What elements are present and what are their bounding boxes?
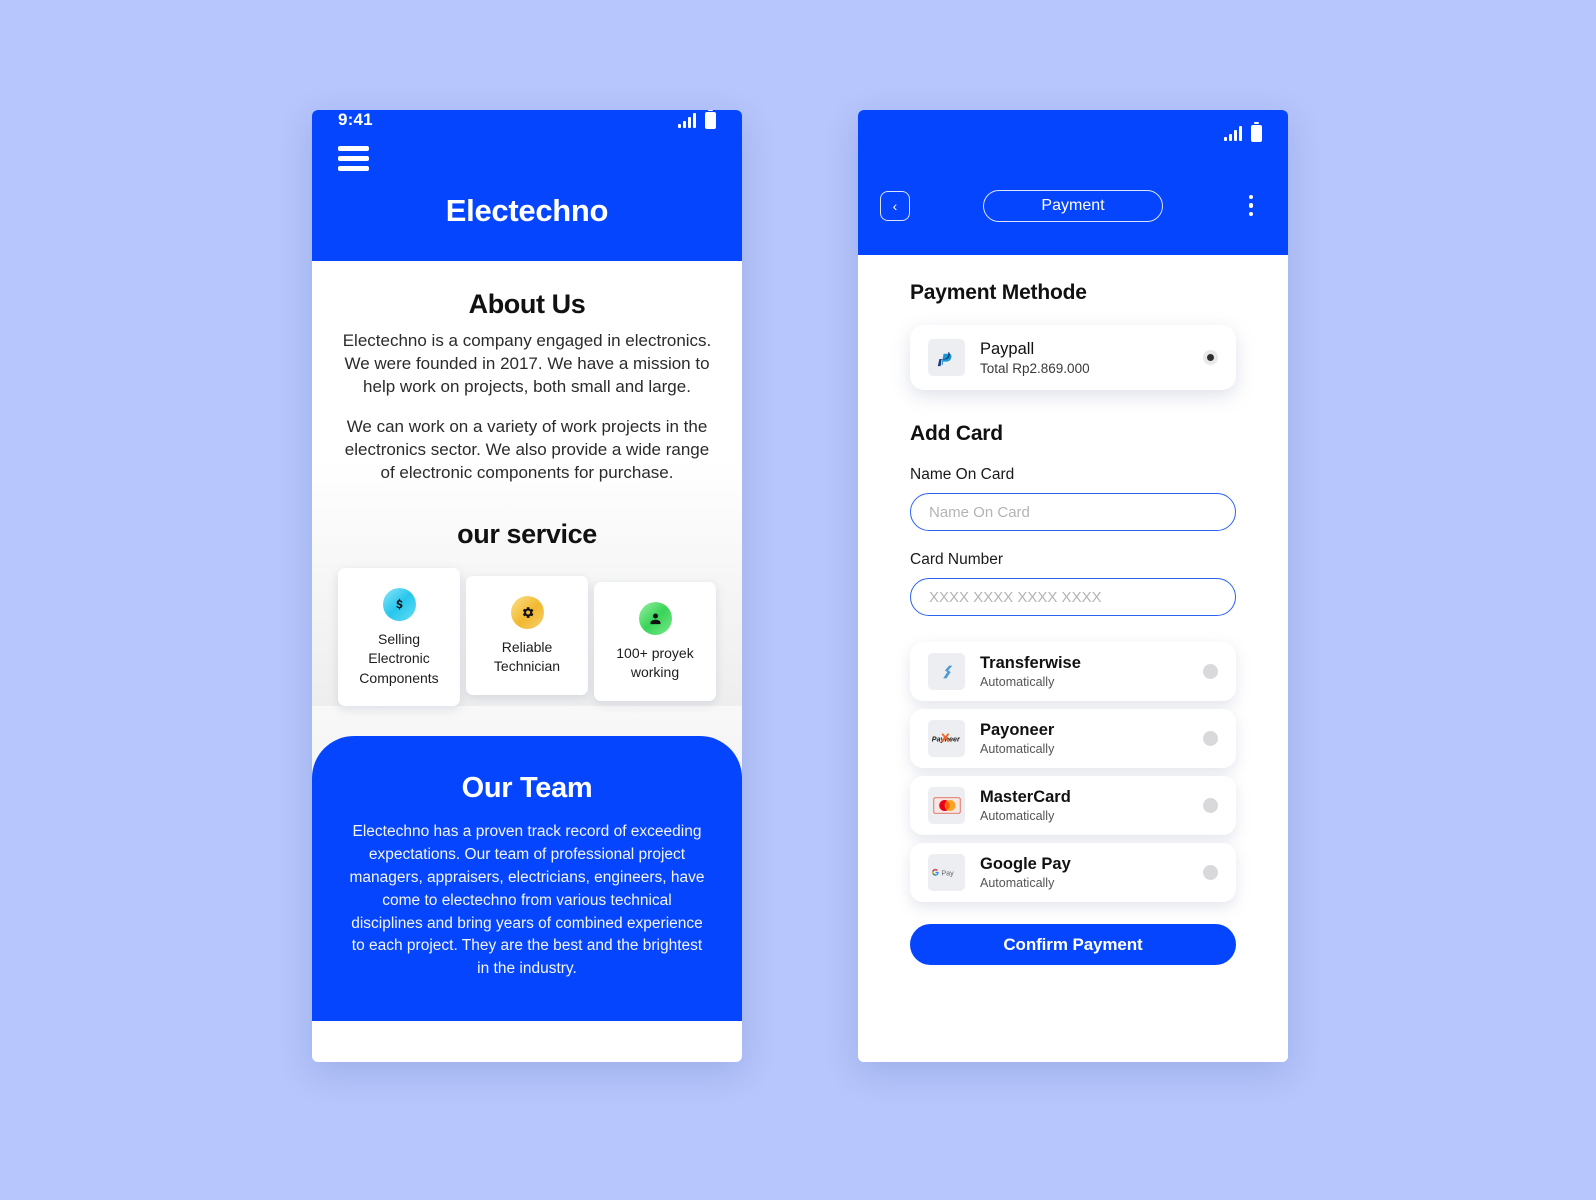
signal-bars-icon xyxy=(1224,125,1242,141)
payment-method-text: Paypall Total Rp2.869.000 xyxy=(980,340,1090,376)
service-card-selling[interactable]: Selling Electronic Components xyxy=(338,567,460,707)
brand-title: Electechno xyxy=(445,193,609,228)
screenshot-stage: 9:41 Electechno About Us Electechno is a… xyxy=(0,0,1596,1200)
payment-body: Payment Methode Paypall Total Rp2.869.00… xyxy=(858,255,1288,1062)
our-team-section: Our Team Electechno has a proven track r… xyxy=(312,736,742,1021)
service-card-technician[interactable]: Reliable Technician xyxy=(466,575,588,695)
team-title: Our Team xyxy=(461,772,593,805)
about-paragraph-2: We can work on a variety of work project… xyxy=(344,416,710,482)
provider-sub: Automatically xyxy=(980,876,1055,890)
phone-mockup-about: 9:41 Electechno About Us Electechno is a… xyxy=(312,110,742,1062)
signal-bars-icon xyxy=(678,112,696,128)
card-number-input[interactable] xyxy=(910,578,1236,616)
provider-sub: Automatically xyxy=(980,742,1055,756)
chevron-left-icon[interactable]: ‹ xyxy=(880,190,910,221)
provider-sub: Automatically xyxy=(980,675,1055,689)
service-card-label: Reliable Technician xyxy=(493,638,561,675)
provider-name: Transferwise xyxy=(980,654,1081,672)
gear-icon xyxy=(510,595,544,629)
provider-name: MasterCard xyxy=(980,788,1071,806)
provider-list: Transferwise Automatically Pay neer Payo… xyxy=(910,642,1236,902)
payment-method-total: Total Rp2.869.000 xyxy=(980,360,1090,376)
payment-method-heading: Payment Methode xyxy=(910,281,1087,304)
person-icon xyxy=(638,601,672,635)
service-card-label: Selling Electronic Components xyxy=(359,630,439,686)
name-on-card-input[interactable] xyxy=(910,493,1236,531)
about-section: About Us Electechno is a company engaged… xyxy=(312,261,742,707)
status-icons xyxy=(678,110,716,129)
provider-name: Payoneer xyxy=(980,721,1055,739)
payment-method-paypal[interactable]: Paypall Total Rp2.869.000 xyxy=(910,325,1236,390)
provider-row-mastercard[interactable]: MasterCard Automatically xyxy=(910,776,1236,835)
provider-sub: Automatically xyxy=(980,809,1055,823)
service-title: our service xyxy=(457,518,597,549)
provider-name: Google Pay xyxy=(980,855,1071,873)
radio-payoneer[interactable] xyxy=(1203,731,1218,746)
provider-text: Transferwise Automatically xyxy=(980,654,1081,689)
radio-transferwise[interactable] xyxy=(1203,664,1218,679)
radio-mastercard[interactable] xyxy=(1203,798,1218,813)
googlepay-icon: Pay xyxy=(928,854,965,891)
about-paragraph-1: Electechno is a company engaged in elect… xyxy=(342,331,712,396)
team-paragraph: Electechno has a proven track record of … xyxy=(349,823,705,978)
battery-icon xyxy=(705,110,716,129)
add-card-heading: Add Card xyxy=(910,422,1003,445)
mastercard-icon xyxy=(928,787,965,824)
svg-text:Pay: Pay xyxy=(941,869,954,878)
about-title: About Us xyxy=(468,289,586,319)
confirm-payment-button[interactable]: Confirm Payment xyxy=(910,924,1236,965)
paypal-icon xyxy=(928,339,965,376)
payoneer-icon: Pay neer xyxy=(928,720,965,757)
provider-text: Payoneer Automatically xyxy=(980,721,1054,756)
provider-text: Google Pay Automatically xyxy=(980,855,1071,890)
payment-header: ‹ Payment xyxy=(858,156,1288,255)
status-icons xyxy=(1224,121,1262,142)
provider-row-googlepay[interactable]: Pay Google Pay Automatically xyxy=(910,843,1236,902)
app-header: Electechno xyxy=(312,130,742,261)
service-card-list: Selling Electronic Components Reliable T… xyxy=(338,567,716,707)
radio-googlepay[interactable] xyxy=(1203,865,1218,880)
phone-mockup-payment: ‹ Payment Payment Methode Paypall Total … xyxy=(858,110,1288,1062)
hamburger-menu-icon[interactable] xyxy=(338,146,369,171)
status-time: 9:41 xyxy=(338,110,373,129)
provider-row-payoneer[interactable]: Pay neer Payoneer Automatically xyxy=(910,709,1236,768)
kebab-menu-icon[interactable] xyxy=(1236,194,1266,217)
status-bar: 9:41 xyxy=(312,110,742,130)
battery-icon xyxy=(1251,121,1262,142)
radio-paypal[interactable] xyxy=(1203,350,1218,365)
name-on-card-label: Name On Card xyxy=(910,466,1015,483)
provider-row-transferwise[interactable]: Transferwise Automatically xyxy=(910,642,1236,701)
payment-method-name: Paypall xyxy=(980,339,1035,358)
page-title-pill[interactable]: Payment xyxy=(983,189,1163,222)
dollar-sign-icon xyxy=(382,587,416,621)
card-number-label: Card Number xyxy=(910,551,1004,568)
about-scroll-area: About Us Electechno is a company engaged… xyxy=(312,261,742,1021)
service-card-label: 100+ proyek working xyxy=(616,644,694,681)
status-bar xyxy=(858,110,1288,156)
transferwise-icon xyxy=(928,653,965,690)
service-card-projects[interactable]: 100+ proyek working xyxy=(594,581,716,701)
provider-text: MasterCard Automatically xyxy=(980,788,1071,823)
